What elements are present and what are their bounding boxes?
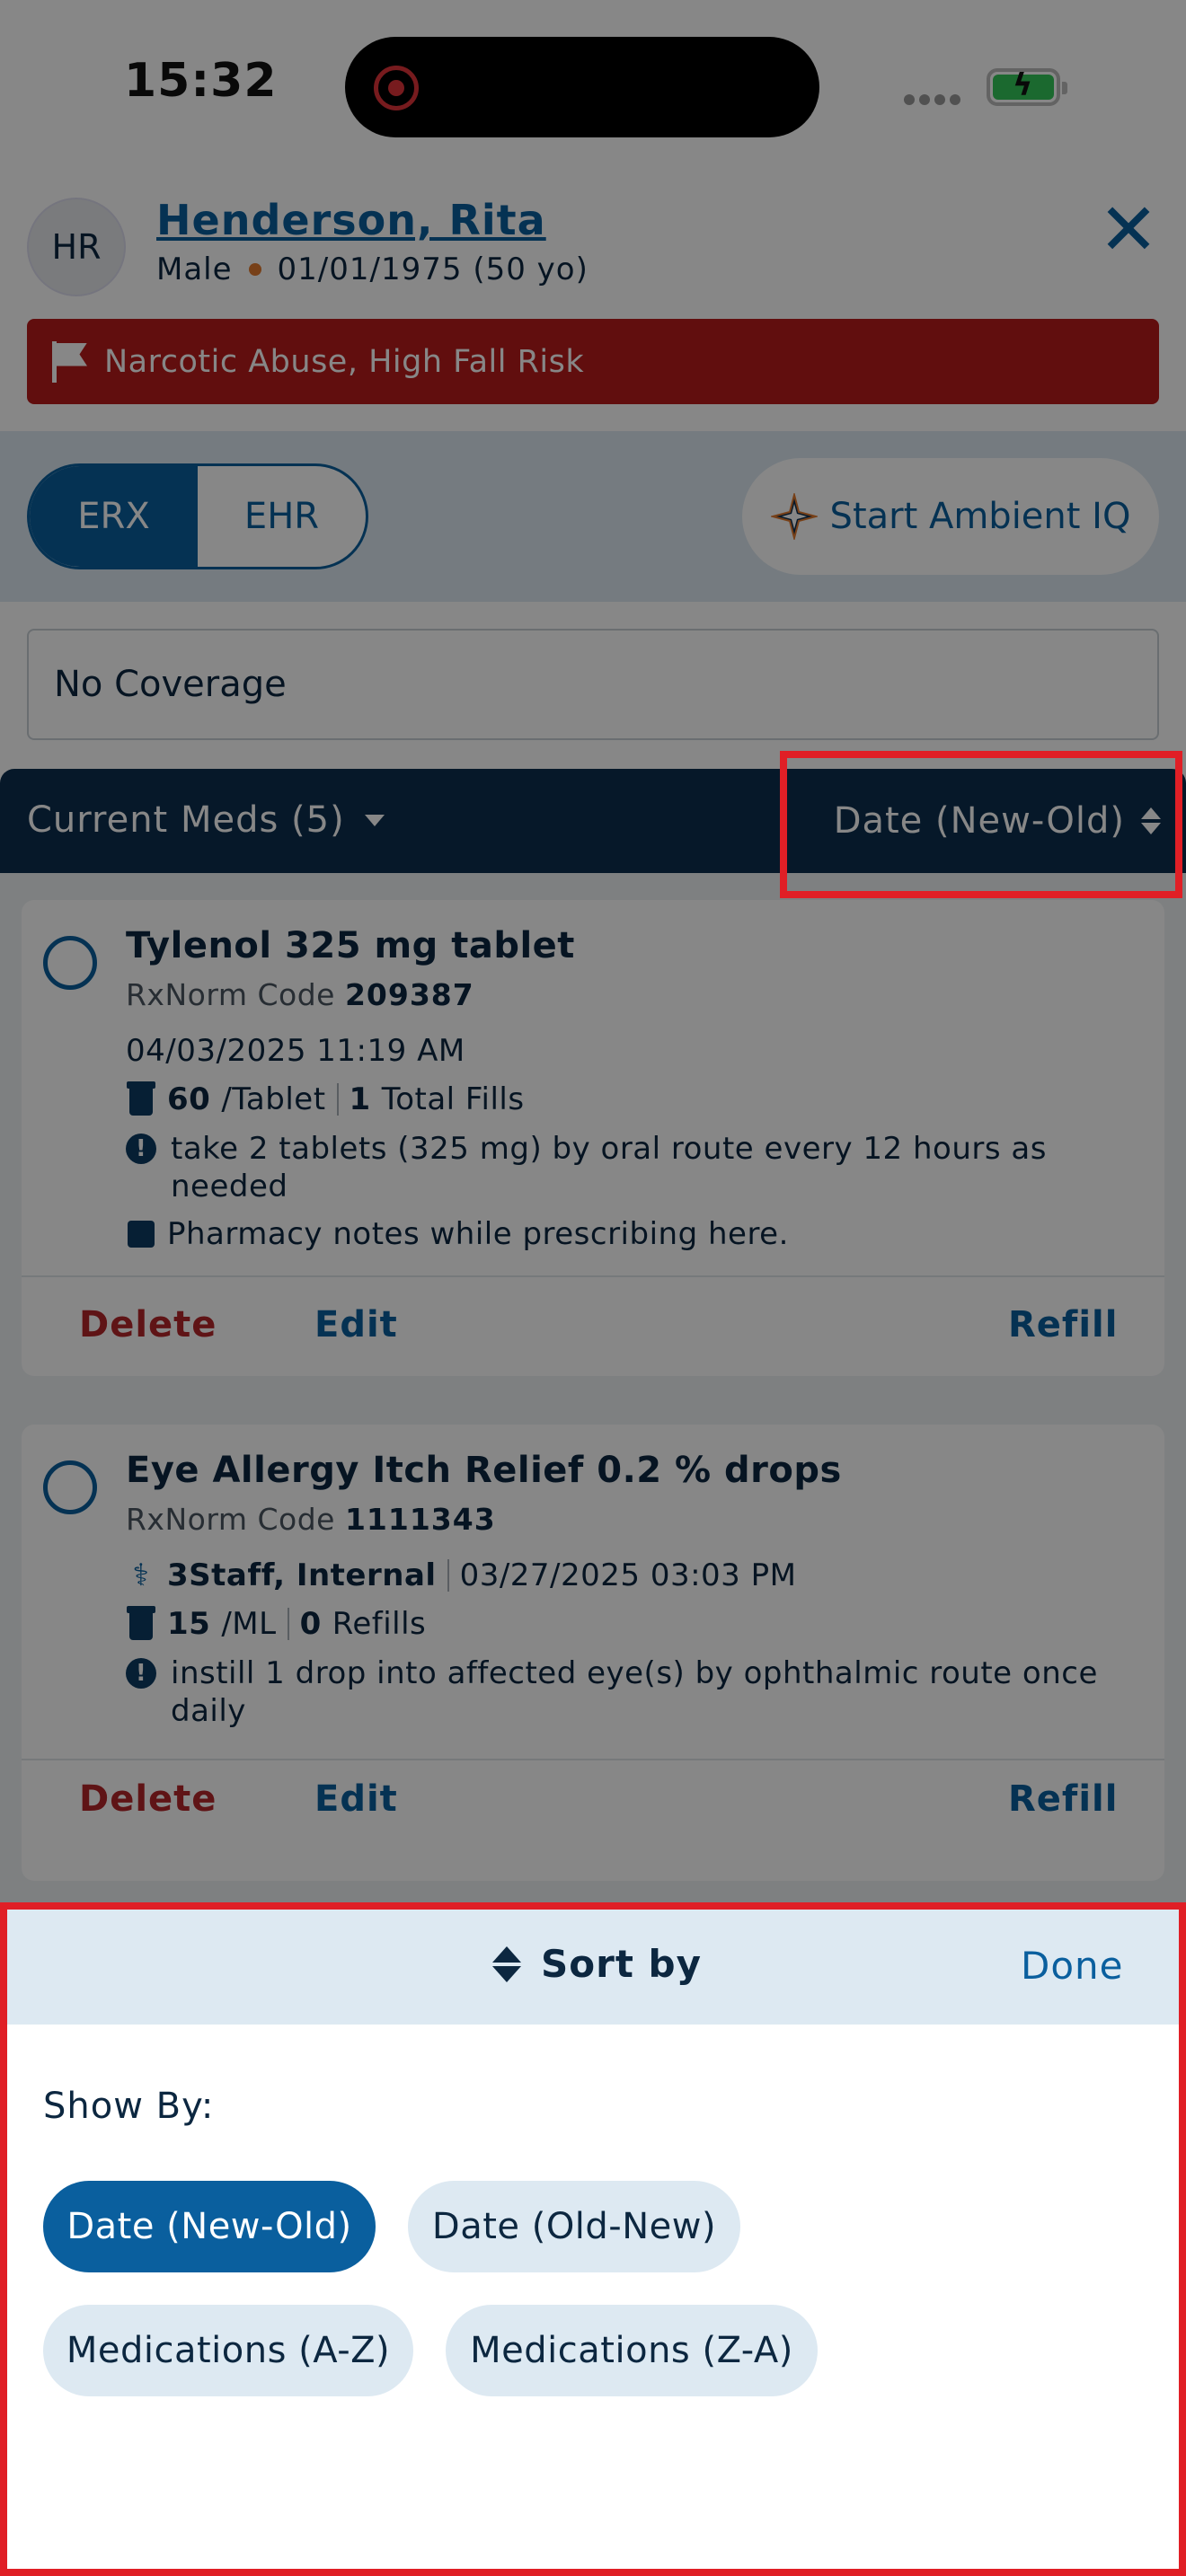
highlight-box-sort-sheet — [0, 1902, 1186, 2576]
app-screen: 15:32 ϟ HR Henderson, Rita Male 01/01/19… — [0, 0, 1186, 2576]
highlight-box-sort-trigger — [780, 751, 1182, 898]
